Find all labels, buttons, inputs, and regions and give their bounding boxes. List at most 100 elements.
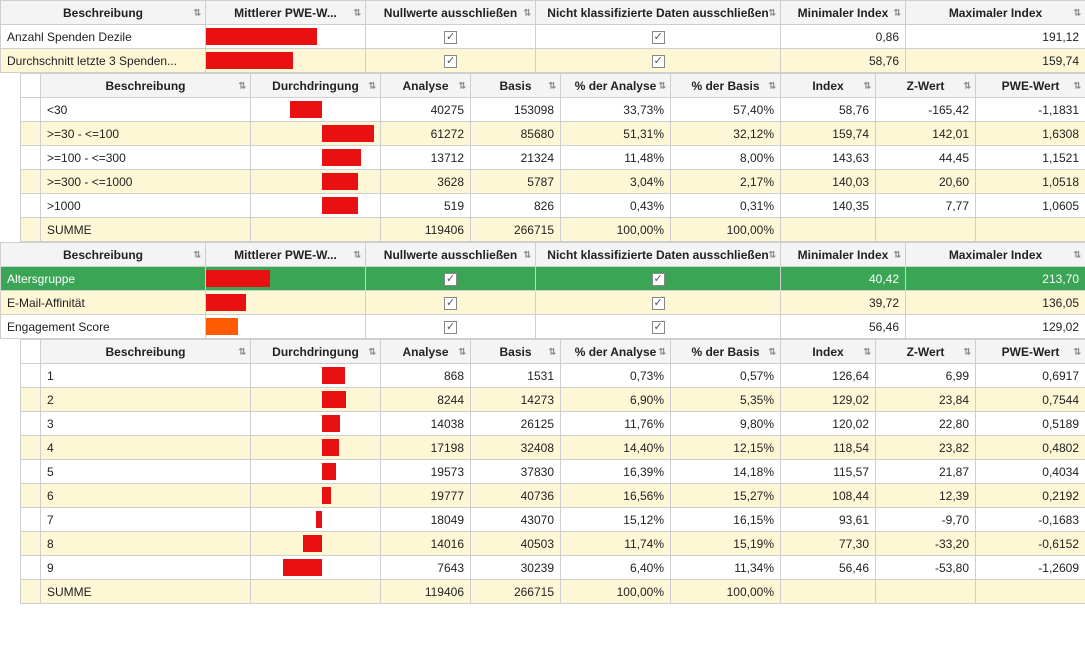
col-pwe-wert[interactable]: PWE-Wert⇅ <box>976 74 1085 98</box>
table-row[interactable]: 186815310,73%0,57%126,646,990,6917 <box>21 364 1085 388</box>
cell-nullwerte[interactable] <box>366 49 536 73</box>
checkbox-icon[interactable] <box>652 31 665 44</box>
col-beschreibung[interactable]: Beschreibung⇅ <box>41 74 251 98</box>
table-row[interactable]: 28244142736,90%5,35%129,0223,840,7544 <box>21 388 1085 412</box>
cell-nullwerte[interactable] <box>366 25 536 49</box>
table-row[interactable]: Anzahl Spenden Dezile0,86191,12 <box>1 25 1085 49</box>
master-grid-2[interactable]: Beschreibung⇅ Mittlerer PWE-W...⇅ Nullwe… <box>0 242 1085 339</box>
col-max-index[interactable]: Maximaler Index⇅ <box>906 1 1085 25</box>
expand-cell[interactable] <box>21 412 41 436</box>
checkbox-icon[interactable] <box>444 273 457 286</box>
cell-beschreibung: Altersgruppe <box>1 267 206 291</box>
col-pwe-wert[interactable]: PWE-Wert⇅ <box>976 340 1085 364</box>
cell-beschreibung: SUMME <box>41 218 251 242</box>
table-row[interactable]: Altersgruppe40,42213,70 <box>1 267 1085 291</box>
checkbox-icon[interactable] <box>652 273 665 286</box>
table-row[interactable]: 5195733783016,39%14,18%115,5721,870,4034 <box>21 460 1085 484</box>
expand-cell[interactable] <box>21 194 41 218</box>
expand-cell[interactable] <box>21 532 41 556</box>
cell-pwe-bar <box>206 315 366 339</box>
col-beschreibung[interactable]: Beschreibung⇅ <box>41 340 251 364</box>
table-row[interactable]: 6197774073616,56%15,27%108,4412,390,2192 <box>21 484 1085 508</box>
checkbox-icon[interactable] <box>444 55 457 68</box>
table-row[interactable]: >=100 - <=300137122132411,48%8,00%143,63… <box>21 146 1085 170</box>
col-mittlerer-pwe[interactable]: Mittlerer PWE-W...⇅ <box>206 1 366 25</box>
col-nullwerte[interactable]: Nullwerte ausschließen⇅ <box>366 243 536 267</box>
cell-nicht-klass[interactable] <box>536 267 781 291</box>
table-row[interactable]: 97643302396,40%11,34%56,46-53,80-1,2609 <box>21 556 1085 580</box>
table-row[interactable]: SUMME119406266715100,00%100,00% <box>21 580 1085 604</box>
expand-cell[interactable] <box>21 170 41 194</box>
detail-grid-1[interactable]: Beschreibung⇅ Durchdringung⇅ Analyse⇅ Ba… <box>20 73 1085 242</box>
checkbox-icon[interactable] <box>652 55 665 68</box>
detail-grid-2[interactable]: Beschreibung⇅ Durchdringung⇅ Analyse⇅ Ba… <box>20 339 1085 604</box>
col-pct-analyse[interactable]: % der Analyse⇅ <box>561 74 671 98</box>
table-row[interactable]: >10005198260,43%0,31%140,357,771,0605 <box>21 194 1085 218</box>
col-analyse[interactable]: Analyse⇅ <box>381 340 471 364</box>
col-max-index[interactable]: Maximaler Index⇅ <box>906 243 1085 267</box>
table-row[interactable]: E-Mail-Affinität39,72136,05 <box>1 291 1085 315</box>
col-nicht-klassifiziert[interactable]: Nicht klassifizierte Daten ausschließen⇅ <box>536 1 781 25</box>
table-row[interactable]: 4171983240814,40%12,15%118,5423,820,4802 <box>21 436 1085 460</box>
col-basis[interactable]: Basis⇅ <box>471 74 561 98</box>
table-row[interactable]: Engagement Score56,46129,02 <box>1 315 1085 339</box>
cell-pwe: 1,0518 <box>976 170 1085 194</box>
checkbox-icon[interactable] <box>652 321 665 334</box>
expand-cell[interactable] <box>21 388 41 412</box>
col-beschreibung[interactable]: Beschreibung⇅ <box>1 243 206 267</box>
expand-cell[interactable] <box>21 580 41 604</box>
col-basis[interactable]: Basis⇅ <box>471 340 561 364</box>
col-index[interactable]: Index⇅ <box>781 74 876 98</box>
col-pct-basis[interactable]: % der Basis⇅ <box>671 74 781 98</box>
table-row[interactable]: >=30 - <=100612728568051,31%32,12%159,74… <box>21 122 1085 146</box>
expand-cell[interactable] <box>21 436 41 460</box>
table-row[interactable]: 3140382612511,76%9,80%120,0222,800,5189 <box>21 412 1085 436</box>
cell-index: 159,74 <box>781 122 876 146</box>
checkbox-icon[interactable] <box>444 321 457 334</box>
col-index[interactable]: Index⇅ <box>781 340 876 364</box>
cell-pct-analyse: 0,73% <box>561 364 671 388</box>
cell-nullwerte[interactable] <box>366 315 536 339</box>
cell-nicht-klass[interactable] <box>536 291 781 315</box>
col-zwert[interactable]: Z-Wert⇅ <box>876 74 976 98</box>
col-zwert[interactable]: Z-Wert⇅ <box>876 340 976 364</box>
col-durchdringung[interactable]: Durchdringung⇅ <box>251 340 381 364</box>
cell-nicht-klass[interactable] <box>536 49 781 73</box>
expand-cell[interactable] <box>21 98 41 122</box>
col-pct-basis[interactable]: % der Basis⇅ <box>671 340 781 364</box>
table-row[interactable]: <304027515309833,73%57,40%58,76-165,42-1… <box>21 98 1085 122</box>
cell-nicht-klass[interactable] <box>536 315 781 339</box>
col-nicht-klassifiziert[interactable]: Nicht klassifizierte Daten ausschließen⇅ <box>536 243 781 267</box>
checkbox-icon[interactable] <box>444 297 457 310</box>
col-min-index[interactable]: Minimaler Index⇅ <box>781 1 906 25</box>
col-analyse[interactable]: Analyse⇅ <box>381 74 471 98</box>
col-nullwerte[interactable]: Nullwerte ausschließen⇅ <box>366 1 536 25</box>
expand-cell[interactable] <box>21 460 41 484</box>
col-min-index[interactable]: Minimaler Index⇅ <box>781 243 906 267</box>
checkbox-icon[interactable] <box>652 297 665 310</box>
col-pct-analyse[interactable]: % der Analyse⇅ <box>561 340 671 364</box>
master-grid-1[interactable]: Beschreibung⇅ Mittlerer PWE-W...⇅ Nullwe… <box>0 0 1085 73</box>
table-row[interactable]: >=300 - <=1000362857873,04%2,17%140,0320… <box>21 170 1085 194</box>
table-row[interactable]: 7180494307015,12%16,15%93,61-9,70-0,1683 <box>21 508 1085 532</box>
table-row[interactable]: Durchschnitt letzte 3 Spenden...58,76159… <box>1 49 1085 73</box>
expand-cell[interactable] <box>21 146 41 170</box>
cell-nicht-klass[interactable] <box>536 25 781 49</box>
expand-cell[interactable] <box>21 364 41 388</box>
expand-cell[interactable] <box>21 484 41 508</box>
cell-nullwerte[interactable] <box>366 267 536 291</box>
cell-beschreibung: 4 <box>41 436 251 460</box>
col-mittlerer-pwe[interactable]: Mittlerer PWE-W...⇅ <box>206 243 366 267</box>
table-row[interactable]: SUMME119406266715100,00%100,00% <box>21 218 1085 242</box>
col-durchdringung[interactable]: Durchdringung⇅ <box>251 74 381 98</box>
checkbox-icon[interactable] <box>444 31 457 44</box>
expand-cell[interactable] <box>21 508 41 532</box>
table-row[interactable]: 8140164050311,74%15,19%77,30-33,20-0,615… <box>21 532 1085 556</box>
cell-analyse: 17198 <box>381 436 471 460</box>
expand-cell[interactable] <box>21 122 41 146</box>
expand-cell[interactable] <box>21 218 41 242</box>
col-beschreibung[interactable]: Beschreibung⇅ <box>1 1 206 25</box>
expand-cell[interactable] <box>21 556 41 580</box>
cell-zwert: 23,82 <box>876 436 976 460</box>
cell-nullwerte[interactable] <box>366 291 536 315</box>
